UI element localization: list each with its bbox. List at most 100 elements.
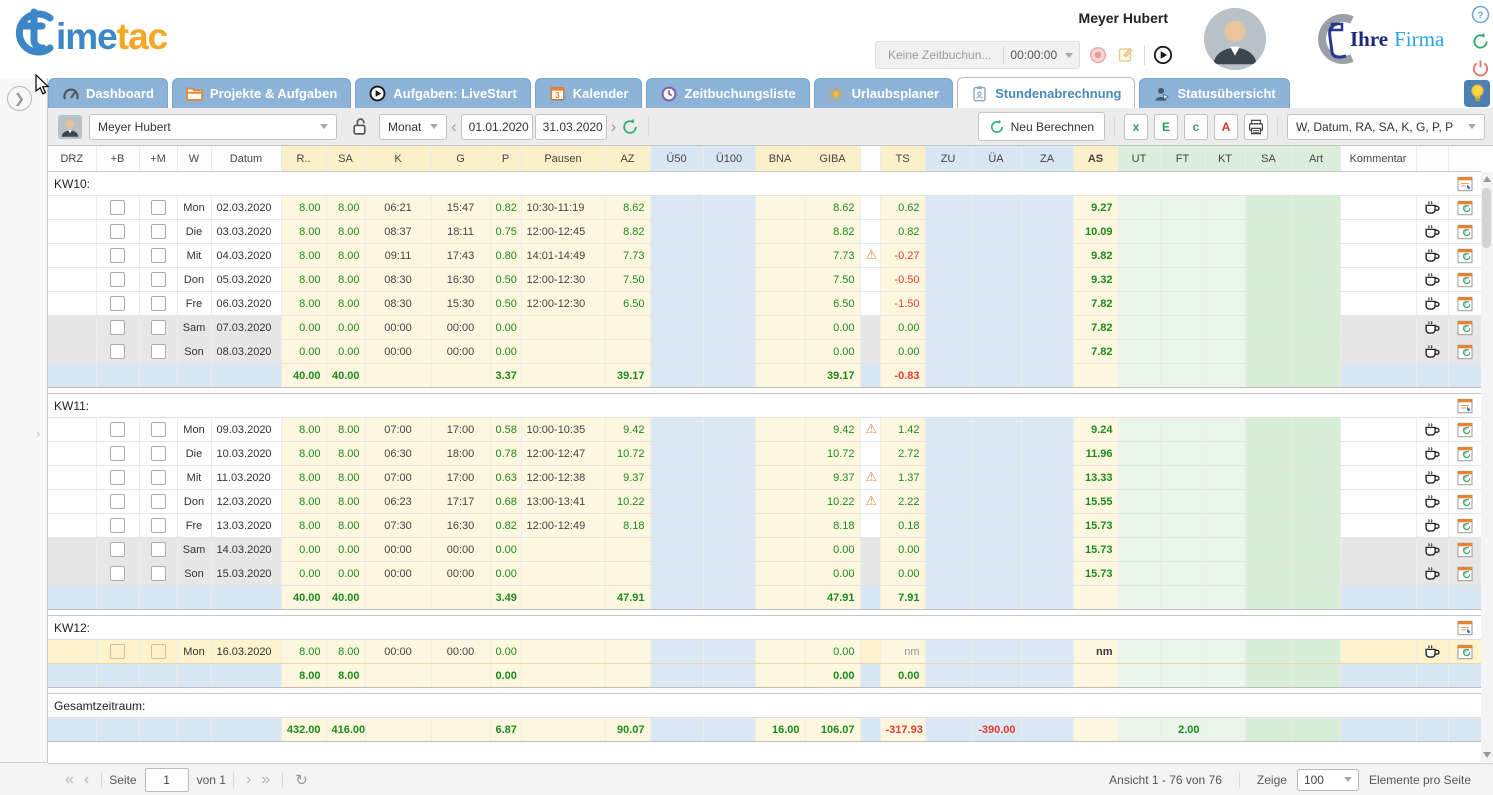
column-header-ut[interactable]: UT (1118, 146, 1160, 172)
pdf-export-icon[interactable]: A (1214, 114, 1238, 140)
row-checkbox[interactable] (110, 200, 125, 215)
e-export-icon[interactable]: E (1154, 114, 1178, 140)
table-row[interactable]: Don12.03.20208.008.0006:2317:170.6813:00… (48, 490, 1481, 514)
export-week-icon[interactable] (1456, 176, 1473, 192)
collapse-sidebar-button[interactable]: ❯ (7, 86, 32, 111)
column-header-ft[interactable]: FT (1160, 146, 1205, 172)
table-row[interactable]: Son08.03.20200.000.0000:0000:000.000.000… (48, 340, 1481, 364)
hint-bulb-button[interactable] (1464, 80, 1490, 107)
column-header-kt[interactable]: KT (1205, 146, 1245, 172)
row-checkbox[interactable] (151, 422, 166, 437)
recalc-day-icon[interactable]: ? (1456, 566, 1473, 582)
table-row[interactable]: Mit11.03.20208.008.0007:0017:000.6312:00… (48, 466, 1481, 490)
scroll-down-icon[interactable] (1483, 752, 1491, 758)
column-header-k[interactable]: K (365, 146, 431, 172)
row-checkbox[interactable] (151, 344, 166, 359)
column-header-za[interactable]: ZA (1021, 146, 1073, 172)
prev-page-button[interactable]: ‹ (79, 771, 94, 789)
unlock-icon[interactable] (349, 117, 369, 137)
break-icon[interactable] (1424, 224, 1441, 240)
break-icon[interactable] (1424, 566, 1441, 582)
recalc-day-icon[interactable]: ? (1456, 248, 1473, 264)
break-icon[interactable] (1424, 518, 1441, 534)
row-checkbox[interactable] (151, 248, 166, 263)
columns-select[interactable]: W, Datum, RA, SA, K, G, P, P (1287, 114, 1485, 140)
export-week-icon[interactable] (1456, 620, 1473, 636)
date-from-input[interactable]: 01.01.2020 (461, 114, 533, 140)
first-page-button[interactable]: « (60, 771, 79, 789)
power-icon[interactable] (1470, 58, 1490, 78)
table-row[interactable]: Son15.03.20200.000.0000:0000:000.000.000… (48, 562, 1481, 586)
column-header-az[interactable]: AZ (605, 146, 650, 172)
record-stop-icon[interactable] (1088, 45, 1108, 65)
row-checkbox[interactable] (110, 320, 125, 335)
tab-projekte-aufgaben[interactable]: Projekte & Aufgaben (172, 78, 351, 108)
break-icon[interactable] (1424, 344, 1441, 360)
row-checkbox[interactable] (110, 542, 125, 557)
break-icon[interactable] (1424, 200, 1441, 216)
period-select[interactable]: Monat (379, 114, 447, 140)
column-header-giba[interactable]: GIBA (805, 146, 860, 172)
table-row[interactable]: Mon16.03.20208.008.0000:0000:000.000.00n… (48, 640, 1481, 664)
column-header-p[interactable]: P (490, 146, 521, 172)
recalc-day-icon[interactable]: ? (1456, 644, 1473, 660)
column-header-ts[interactable]: TS (880, 146, 925, 172)
recalc-day-icon[interactable]: ? (1456, 494, 1473, 510)
break-icon[interactable] (1424, 494, 1441, 510)
recalculate-button[interactable]: Neu Berechnen (978, 112, 1105, 141)
column-header-bna[interactable]: BNA (755, 146, 805, 172)
recalc-day-icon[interactable]: ? (1456, 296, 1473, 312)
break-icon[interactable] (1424, 542, 1441, 558)
row-checkbox[interactable] (151, 566, 166, 581)
column-header-r[interactable]: R.. (281, 146, 326, 172)
refresh-icon[interactable] (1470, 31, 1490, 51)
user-avatar[interactable] (1204, 8, 1266, 70)
row-checkbox[interactable] (151, 518, 166, 533)
table-row[interactable]: Sam07.03.20200.000.0000:0000:000.000.000… (48, 316, 1481, 340)
break-icon[interactable] (1424, 248, 1441, 264)
row-checkbox[interactable] (151, 320, 166, 335)
recalc-day-icon[interactable]: ? (1456, 344, 1473, 360)
tab-zeitbuchungsliste[interactable]: Zeitbuchungsliste (646, 78, 809, 108)
column-header-drz[interactable]: DRZ (48, 146, 96, 172)
column-header-w[interactable]: W (177, 146, 211, 172)
column-header-u100[interactable]: Ü100 (703, 146, 755, 172)
column-header-art[interactable]: Art (1292, 146, 1340, 172)
table-row[interactable]: Don05.03.20208.008.0008:3016:300.5012:00… (48, 268, 1481, 292)
row-checkbox[interactable] (110, 224, 125, 239)
break-icon[interactable] (1424, 446, 1441, 462)
vertical-scrollbar[interactable] (1481, 172, 1493, 762)
column-header-as[interactable]: AS (1073, 146, 1118, 172)
table-row[interactable]: Die03.03.20208.008.0008:3718:110.7512:00… (48, 220, 1481, 244)
tab-statusübersicht[interactable]: Statusübersicht (1139, 78, 1289, 108)
recalc-day-icon[interactable]: ? (1456, 422, 1473, 438)
row-checkbox[interactable] (110, 644, 125, 659)
row-checkbox[interactable] (151, 446, 166, 461)
tab-stundenabrechnung[interactable]: Stundenabrechnung (957, 77, 1135, 108)
break-icon[interactable] (1424, 320, 1441, 336)
user-select[interactable]: Meyer Hubert (89, 114, 337, 140)
row-checkbox[interactable] (151, 494, 166, 509)
table-row[interactable]: Die10.03.20208.008.0006:3018:000.7812:00… (48, 442, 1481, 466)
column-header-b[interactable]: +B (96, 146, 139, 172)
column-header-zu[interactable]: ZU (925, 146, 971, 172)
column-header-pausen[interactable]: Pausen (521, 146, 605, 172)
column-header-g[interactable]: G (431, 146, 490, 172)
row-checkbox[interactable] (151, 470, 166, 485)
break-icon[interactable] (1424, 272, 1441, 288)
current-booking-select[interactable]: Keine Zeitbuchun... 00:00:00 (875, 41, 1080, 69)
table-row[interactable]: Mon02.03.20208.008.0006:2115:470.8210:30… (48, 196, 1481, 220)
csv-export-icon[interactable]: c (1184, 114, 1208, 140)
tab-urlaubsplaner[interactable]: Urlaubsplaner (814, 78, 953, 108)
row-checkbox[interactable] (110, 566, 125, 581)
rail-chevron-icon[interactable]: › (36, 426, 40, 441)
row-checkbox[interactable] (110, 296, 125, 311)
help-icon[interactable]: ? (1470, 4, 1490, 24)
per-page-select[interactable]: 100 (1297, 769, 1359, 791)
recalc-day-icon[interactable]: ? (1456, 272, 1473, 288)
column-header-kommentar[interactable]: Kommentar (1340, 146, 1416, 172)
row-checkbox[interactable] (151, 296, 166, 311)
tab-dashboard[interactable]: Dashboard (48, 78, 168, 108)
recalc-day-icon[interactable]: ? (1456, 542, 1473, 558)
refresh-list-icon[interactable]: ↻ (290, 771, 313, 789)
